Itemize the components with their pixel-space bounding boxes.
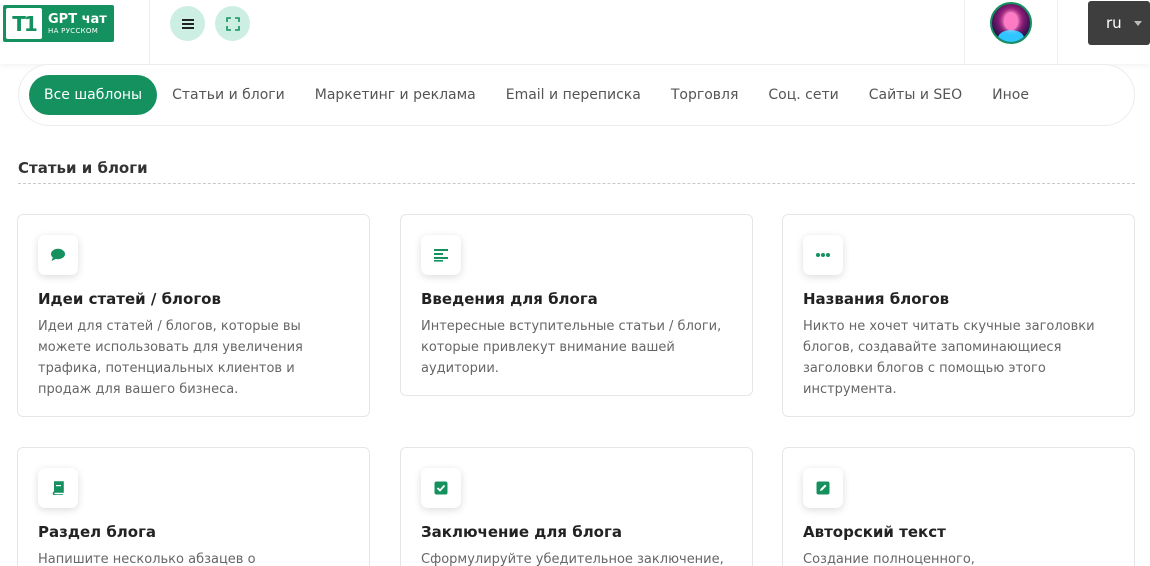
logo-title: GPT чат xyxy=(48,11,107,27)
card-description: Создание полноценного, xyxy=(803,552,975,566)
card-description: Никто не хочет читать скучные заголовки … xyxy=(803,319,1095,397)
card-description: Сформулируйте убедительное заключение, xyxy=(421,552,724,566)
tab-social[interactable]: Соц. сети xyxy=(753,75,853,115)
logo-mark: T1 xyxy=(6,8,42,39)
speech-bubble-icon xyxy=(51,248,65,261)
fullscreen-button[interactable] xyxy=(215,6,250,41)
template-card[interactable]: Авторский текст Создание полноценного, xyxy=(782,447,1135,566)
card-title: Введения для блога xyxy=(421,290,598,308)
tab-email[interactable]: Email и переписка xyxy=(491,75,656,115)
template-card[interactable]: Идеи статей / блогов Идеи для статей / б… xyxy=(17,214,370,417)
language-value: ru xyxy=(1106,14,1122,32)
hamburger-icon xyxy=(181,18,194,29)
logo-text: GPT чат НА РУССКОМ xyxy=(48,13,107,35)
header-divider xyxy=(964,0,965,64)
card-icon-box xyxy=(421,235,461,275)
language-select[interactable]: ru xyxy=(1088,1,1150,45)
card-icon-box xyxy=(38,235,78,275)
tab-commerce[interactable]: Торговля xyxy=(656,75,754,115)
user-avatar[interactable] xyxy=(990,2,1032,44)
card-title: Авторский текст xyxy=(803,523,946,541)
card-title: Идеи статей / блогов xyxy=(38,290,221,308)
card-icon-box xyxy=(803,235,843,275)
header-divider xyxy=(149,0,150,64)
template-card[interactable]: Введения для блога Интересные вступитель… xyxy=(400,214,753,396)
header-divider xyxy=(1057,0,1058,64)
align-left-icon xyxy=(434,249,448,262)
card-icon-box xyxy=(421,468,461,508)
book-icon xyxy=(52,481,64,495)
tab-other[interactable]: Иное xyxy=(977,75,1044,115)
top-header: T1 GPT чат НА РУССКОМ ru xyxy=(0,0,1150,64)
tab-marketing[interactable]: Маркетинг и реклама xyxy=(300,75,491,115)
card-description: Интересные вступительные статьи / блоги,… xyxy=(421,319,722,376)
tab-all-templates[interactable]: Все шаблоны xyxy=(29,75,158,115)
card-title: Заключение для блога xyxy=(421,523,622,541)
tab-websites-seo[interactable]: Сайты и SEO xyxy=(854,75,977,115)
category-tabs: Все шаблоны Статьи и блоги Маркетинг и р… xyxy=(18,64,1135,126)
card-icon-box xyxy=(38,468,78,508)
logo-subtitle: НА РУССКОМ xyxy=(48,26,99,35)
logo[interactable]: T1 GPT чат НА РУССКОМ xyxy=(3,5,114,42)
card-title: Раздел блога xyxy=(38,523,157,541)
card-description: Идеи для статей / блогов, которые вы мож… xyxy=(38,319,303,397)
menu-toggle-button[interactable] xyxy=(170,6,205,41)
card-title: Названия блогов xyxy=(803,290,950,308)
section-divider xyxy=(18,183,1135,184)
card-description: Напишите несколько абзацев о подзаголовк… xyxy=(38,552,256,566)
fullscreen-icon xyxy=(225,16,240,31)
tab-articles-blogs[interactable]: Статьи и блоги xyxy=(157,75,300,115)
template-card[interactable]: Заключение для блога Сформулируйте убеди… xyxy=(400,447,753,566)
card-icon-box xyxy=(803,468,843,508)
template-card[interactable]: Названия блогов Никто не хочет читать ск… xyxy=(782,214,1135,417)
ellipsis-icon xyxy=(816,253,830,257)
caret-down-icon xyxy=(1134,21,1142,26)
check-square-icon xyxy=(434,481,448,495)
section-title: Статьи и блоги xyxy=(18,159,148,177)
template-card[interactable]: Раздел блога Напишите несколько абзацев … xyxy=(17,447,370,566)
pen-square-icon xyxy=(816,481,830,495)
